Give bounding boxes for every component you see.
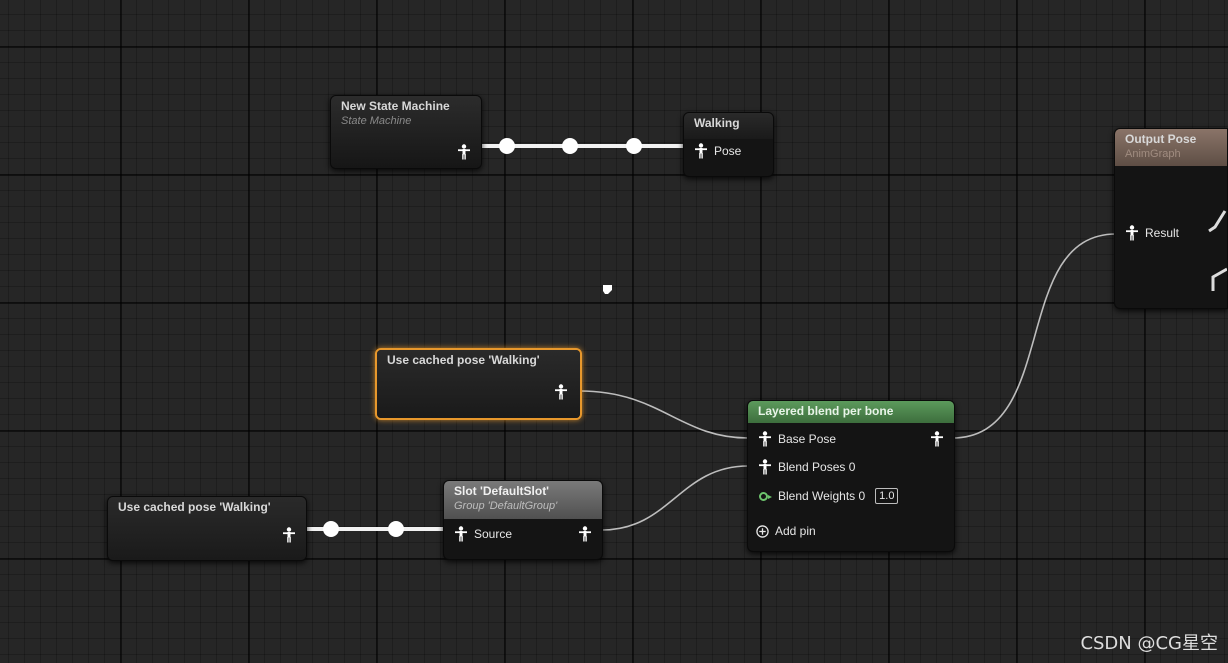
wire-blend-to-output[interactable] (951, 233, 1117, 439)
pose-figure-icon (555, 384, 567, 400)
pin-label: Result (1145, 226, 1180, 240)
add-circle-icon (756, 524, 769, 538)
output-pose-pin[interactable] (554, 384, 568, 400)
source-input-pin[interactable]: Source (454, 526, 512, 542)
output-pose-pin[interactable] (457, 144, 471, 160)
pin-label: Base Pose (778, 432, 837, 446)
wire-flow-dot (323, 521, 339, 537)
pose-figure-icon (579, 526, 591, 542)
node-title: Layered blend per bone (758, 404, 894, 418)
node-title: New State Machine (341, 99, 450, 113)
wire-flow-dot (562, 138, 578, 154)
output-figure-icon (1207, 191, 1227, 301)
cached-pose-walking-node[interactable]: Use cached pose 'Walking' (107, 496, 307, 561)
pose-figure-icon (759, 459, 771, 475)
pose-figure-icon (931, 431, 943, 447)
watermark: CSDN @CG星空 (1080, 633, 1218, 654)
output-pose-node[interactable]: Output Pose AnimGraph Result (1114, 128, 1228, 309)
state-machine-node[interactable]: New State Machine State Machine (330, 95, 482, 169)
node-title: Slot 'DefaultSlot' (454, 484, 550, 498)
node-subtitle: Group 'DefaultGroup' (454, 500, 558, 512)
pose-figure-icon (455, 526, 467, 542)
node-subtitle: State Machine (341, 115, 412, 127)
pose-figure-icon (283, 527, 295, 543)
add-pin-button[interactable]: Add pin (756, 524, 816, 538)
pin-label: Source (474, 527, 513, 541)
node-title: Use cached pose 'Walking' (387, 353, 540, 367)
wire-flow-dot (388, 521, 404, 537)
node-title: Walking (694, 116, 740, 130)
pin-label: Add pin (775, 524, 816, 538)
node-title: Use cached pose 'Walking' (118, 500, 271, 514)
wire-flow-dot (499, 138, 515, 154)
result-input-pin[interactable]: Result (1125, 225, 1179, 241)
wire-slot-to-blend-poses[interactable] (601, 465, 749, 531)
output-pose-pin[interactable] (282, 527, 296, 543)
blend-poses-input-pin[interactable]: Blend Poses 0 (758, 459, 855, 475)
wire-layer (303, 138, 1117, 537)
pose-figure-icon (458, 144, 470, 160)
hand-cursor-icon (603, 285, 612, 294)
blend-weights-input-pin[interactable]: Blend Weights 0 1.0 (759, 488, 899, 504)
output-pose-pin[interactable] (930, 431, 944, 447)
node-subtitle: AnimGraph (1125, 148, 1181, 160)
pose-input-pin[interactable]: Pose (694, 143, 741, 159)
blend-weight-value-input[interactable]: 1.0 (875, 488, 899, 504)
output-pose-pin[interactable] (578, 526, 592, 542)
wire-flow-dot (626, 138, 642, 154)
pose-figure-icon (1126, 225, 1138, 241)
base-pose-input-pin[interactable]: Base Pose (758, 431, 836, 447)
pin-label: Pose (714, 144, 742, 158)
walking-node[interactable]: Walking Pose (683, 112, 774, 177)
node-title: Output Pose (1125, 132, 1197, 146)
cached-pose-walking-node-selected[interactable]: Use cached pose 'Walking' (375, 348, 582, 420)
pin-label: Blend Poses 0 (778, 460, 856, 474)
pose-figure-icon (759, 431, 771, 447)
float-pin-icon (759, 491, 772, 501)
pin-label: Blend Weights 0 (778, 489, 866, 503)
slot-node[interactable]: Slot 'DefaultSlot' Group 'DefaultGroup' … (443, 480, 603, 560)
wire-cached-pose-to-base-pose[interactable] (579, 390, 749, 439)
layered-blend-per-bone-node[interactable]: Layered blend per bone Base Pose Blend P… (747, 400, 955, 552)
pose-figure-icon (695, 143, 707, 159)
